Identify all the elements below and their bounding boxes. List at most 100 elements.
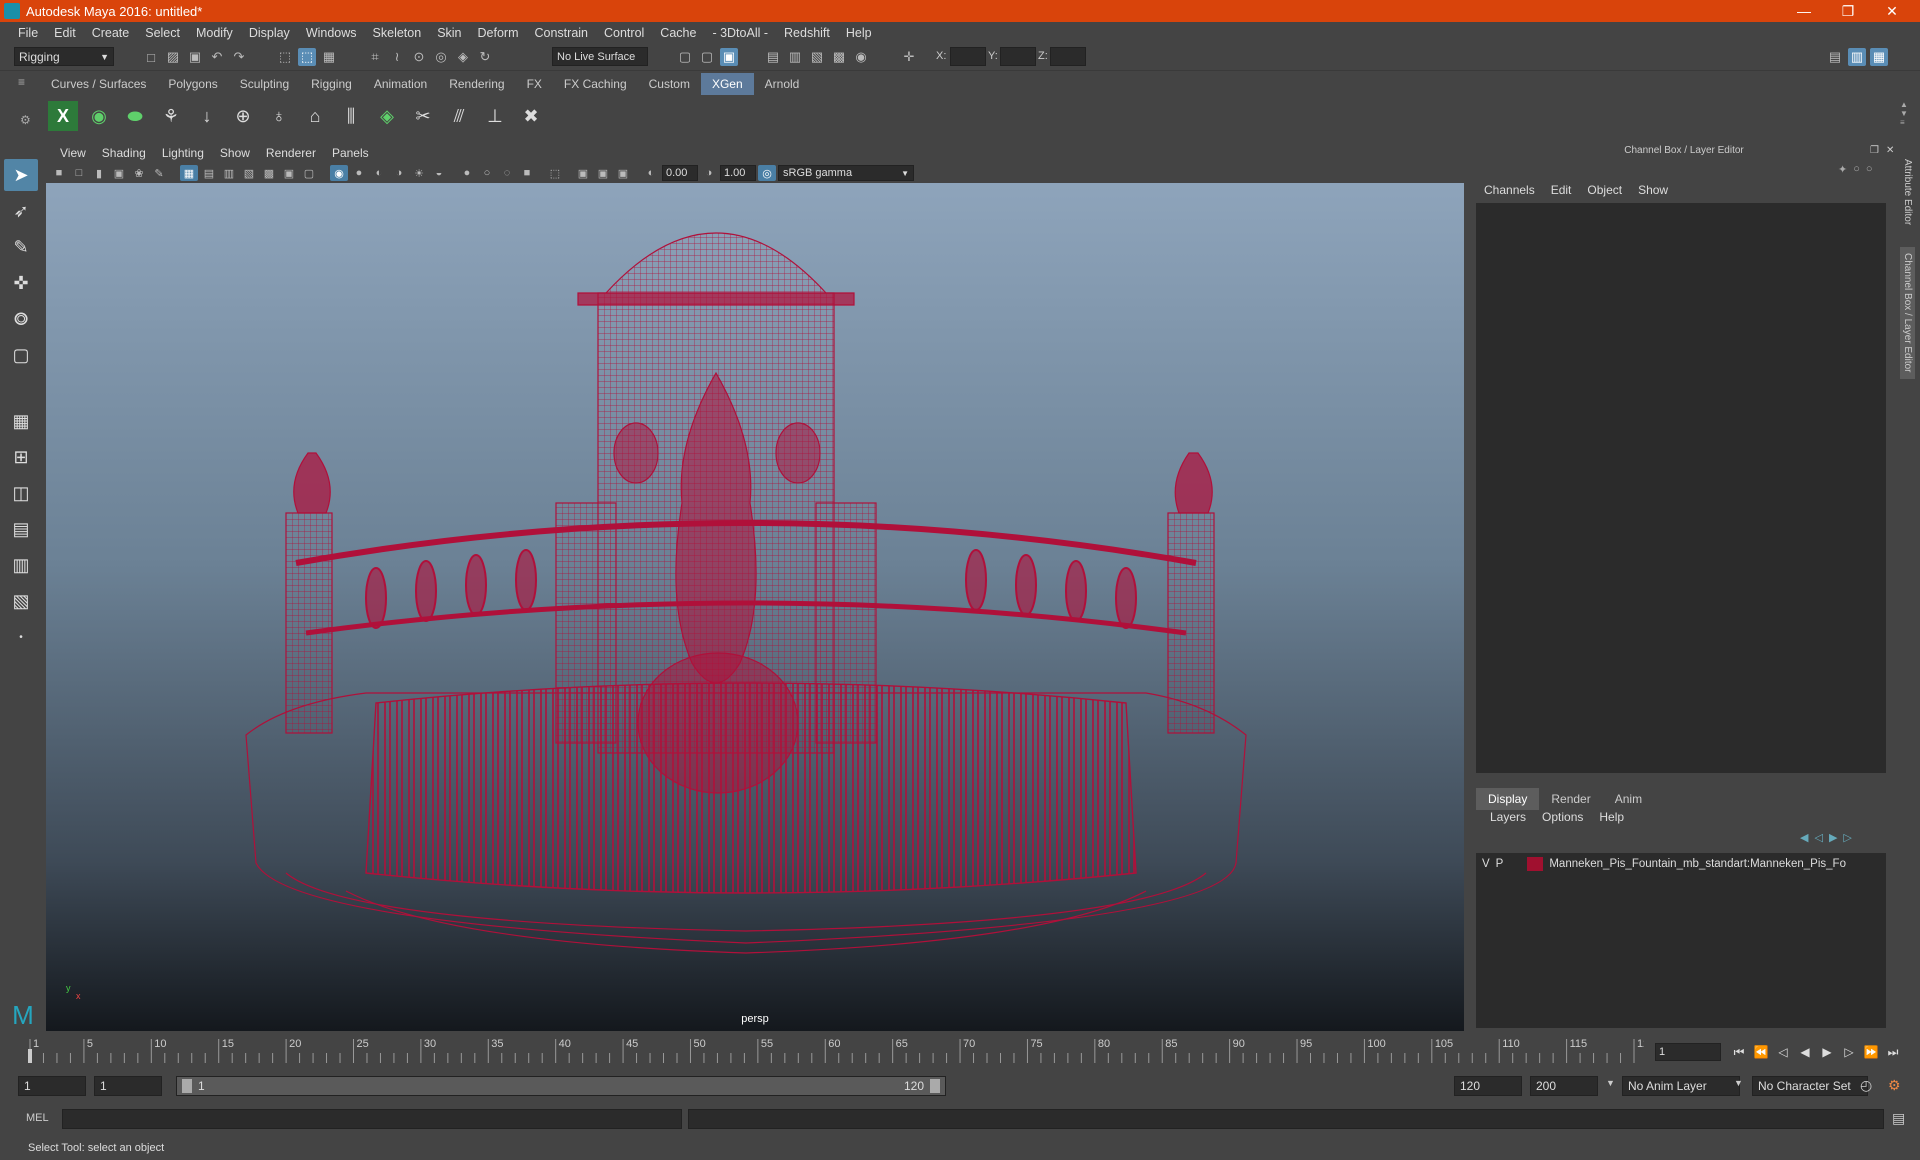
shelf-tab-arnold[interactable]: Arnold: [754, 73, 811, 95]
live-surface-field[interactable]: No Live Surface: [552, 47, 648, 66]
xray-components-icon[interactable]: ▣: [614, 165, 632, 181]
time-slider[interactable]: 1 5 10 15 20 25 30 35 40 45 50 55 60 65 70 75 80 85 90 95 10…: [24, 1035, 1644, 1065]
persp-graph-layout-icon[interactable]: ▥: [4, 549, 38, 581]
snap-live-icon[interactable]: ↻: [476, 48, 494, 66]
side-tab-attribute-editor[interactable]: Attribute Editor: [1900, 153, 1915, 231]
shelf-tab-animation[interactable]: Animation: [363, 73, 438, 95]
z-field[interactable]: [1050, 47, 1086, 66]
grid-toggle-icon[interactable]: ▦: [180, 165, 198, 181]
select-component-icon[interactable]: ▦: [320, 48, 338, 66]
two-view-layout-icon[interactable]: ◫: [4, 477, 38, 509]
attribute-editor-toggle-icon[interactable]: ▥: [1848, 48, 1866, 66]
xgen-comb-icon[interactable]: ⫼: [336, 101, 366, 131]
step-forward-key-icon[interactable]: ⏩: [1862, 1043, 1880, 1061]
2d-pan-zoom-icon[interactable]: ❀: [130, 165, 148, 181]
layer-menu-help[interactable]: Help: [1591, 810, 1632, 824]
shadows-icon[interactable]: ◒: [430, 165, 448, 181]
playback-start-field[interactable]: [94, 1076, 162, 1096]
shelf-tab-fx-caching[interactable]: FX Caching: [553, 73, 638, 95]
exposure-field[interactable]: [662, 165, 698, 181]
xgen-delete-icon[interactable]: ✖: [516, 101, 546, 131]
viewport-menu-renderer[interactable]: Renderer: [258, 146, 324, 160]
auto-key-icon[interactable]: ◴: [1860, 1077, 1872, 1094]
snap-grid-icon[interactable]: ⌗: [366, 48, 384, 66]
motion-blur-icon[interactable]: ○: [478, 165, 496, 181]
camera-attr-icon[interactable]: □: [70, 165, 88, 181]
xgen-preview-icon[interactable]: ◉: [84, 101, 114, 131]
construction-history-icon[interactable]: ▣: [720, 48, 738, 66]
menu-display[interactable]: Display: [241, 26, 298, 40]
snap-surface-icon[interactable]: ◈: [454, 48, 472, 66]
xgen-lock-guide-icon[interactable]: ⌂: [300, 101, 330, 131]
smooth-shade-icon[interactable]: ●: [350, 165, 368, 181]
shelf-tab-xgen[interactable]: XGen: [700, 73, 754, 95]
persp-outliner-layout-icon[interactable]: ▤: [4, 513, 38, 545]
shelf-tab-fx[interactable]: FX: [516, 73, 553, 95]
new-layer-selected-icon[interactable]: ▷: [1843, 831, 1851, 844]
shelf-tab-sculpting[interactable]: Sculpting: [229, 73, 300, 95]
channel-box-toggle-icon[interactable]: ▦: [1870, 48, 1888, 66]
xgen-place-guides-icon[interactable]: ⚘: [156, 101, 186, 131]
select-hierarchy-icon[interactable]: ⬚: [276, 48, 294, 66]
move-tool-icon[interactable]: ✜: [4, 267, 38, 299]
open-scene-icon[interactable]: ▨: [164, 48, 182, 66]
modeling-toolkit-icon[interactable]: ▤: [1826, 48, 1844, 66]
layer-visibility-toggle[interactable]: V: [1482, 858, 1490, 870]
viewport-menu-lighting[interactable]: Lighting: [154, 146, 212, 160]
shelf-tab-rendering[interactable]: Rendering: [438, 73, 515, 95]
menu-cache[interactable]: Cache: [652, 26, 704, 40]
depth-of-field-icon[interactable]: ■: [518, 165, 536, 181]
snap-point-icon[interactable]: ⊙: [410, 48, 428, 66]
xgen-length-icon[interactable]: ⊥: [480, 101, 510, 131]
output-ops-icon[interactable]: ▢: [698, 48, 716, 66]
viewport-persp[interactable]: y x persp: [46, 183, 1464, 1031]
menu-windows[interactable]: Windows: [298, 26, 365, 40]
menu-select[interactable]: Select: [137, 26, 188, 40]
color-space-dropdown[interactable]: sRGB gamma ▼: [778, 165, 914, 181]
safe-action-icon[interactable]: ▣: [280, 165, 298, 181]
undo-icon[interactable]: ↶: [208, 48, 226, 66]
use-all-lights-icon[interactable]: ☀: [410, 165, 428, 181]
xgen-grass-icon[interactable]: ⫻: [444, 101, 474, 131]
layer-tab-display[interactable]: Display: [1476, 788, 1540, 810]
gamma-icon[interactable]: ◑: [700, 165, 718, 181]
select-tool-icon[interactable]: ➤: [4, 159, 38, 191]
move-layer-down-icon[interactable]: ◁: [1814, 831, 1822, 844]
safe-title-icon[interactable]: ▢: [300, 165, 318, 181]
chevron-down-icon[interactable]: ▼: [1734, 1078, 1743, 1088]
go-to-start-icon[interactable]: ⏮: [1730, 1043, 1748, 1061]
textured-icon[interactable]: ◑: [390, 165, 408, 181]
xgen-cut-icon[interactable]: ✂: [408, 101, 438, 131]
play-backward-icon[interactable]: ◀: [1796, 1043, 1814, 1061]
gamma-field[interactable]: [720, 165, 756, 181]
viewport-menu-panels[interactable]: Panels: [324, 146, 377, 160]
field-chart-icon[interactable]: ▩: [260, 165, 278, 181]
xgen-add-guide-icon[interactable]: ↓: [192, 101, 222, 131]
step-back-key-icon[interactable]: ⏪: [1752, 1043, 1770, 1061]
close-panel-icon[interactable]: ✕: [1886, 145, 1894, 156]
menu-help[interactable]: Help: [838, 26, 880, 40]
select-object-icon[interactable]: ⬚: [298, 48, 316, 66]
circle-toggle-icon[interactable]: ○: [1853, 163, 1860, 176]
image-plane-icon[interactable]: ▣: [110, 165, 128, 181]
channel-box-area[interactable]: [1476, 203, 1886, 773]
range-handle-right[interactable]: [930, 1079, 940, 1093]
playback-end-field[interactable]: [1454, 1076, 1522, 1096]
maximize-button[interactable]: ❐: [1826, 0, 1870, 22]
menu-redshift[interactable]: Redshift: [776, 26, 838, 40]
shelf-tab-rigging[interactable]: Rigging: [300, 73, 363, 95]
lasso-tool-icon[interactable]: ➶: [4, 195, 38, 227]
xgen-move-guide-icon[interactable]: ⊕: [228, 101, 258, 131]
resolution-gate-icon[interactable]: ▥: [220, 165, 238, 181]
layer-tab-anim[interactable]: Anim: [1603, 788, 1654, 810]
layer-row[interactable]: V P Manneken_Pis_Fountain_mb_standart:Ma…: [1482, 857, 1846, 871]
go-to-end-icon[interactable]: ⏭: [1884, 1043, 1902, 1061]
script-editor-icon[interactable]: ▤: [1892, 1110, 1905, 1127]
color-management-icon[interactable]: ◎: [758, 165, 776, 181]
viewport-menu-view[interactable]: View: [52, 146, 94, 160]
transform-mode-icon[interactable]: ✛: [900, 48, 918, 66]
shelf-options-icon[interactable]: ≡: [1900, 118, 1908, 127]
shelf-scroll-down-icon[interactable]: ▼: [1900, 109, 1908, 118]
menu-edit[interactable]: Edit: [46, 26, 84, 40]
step-forward-frame-icon[interactable]: ▷: [1840, 1043, 1858, 1061]
